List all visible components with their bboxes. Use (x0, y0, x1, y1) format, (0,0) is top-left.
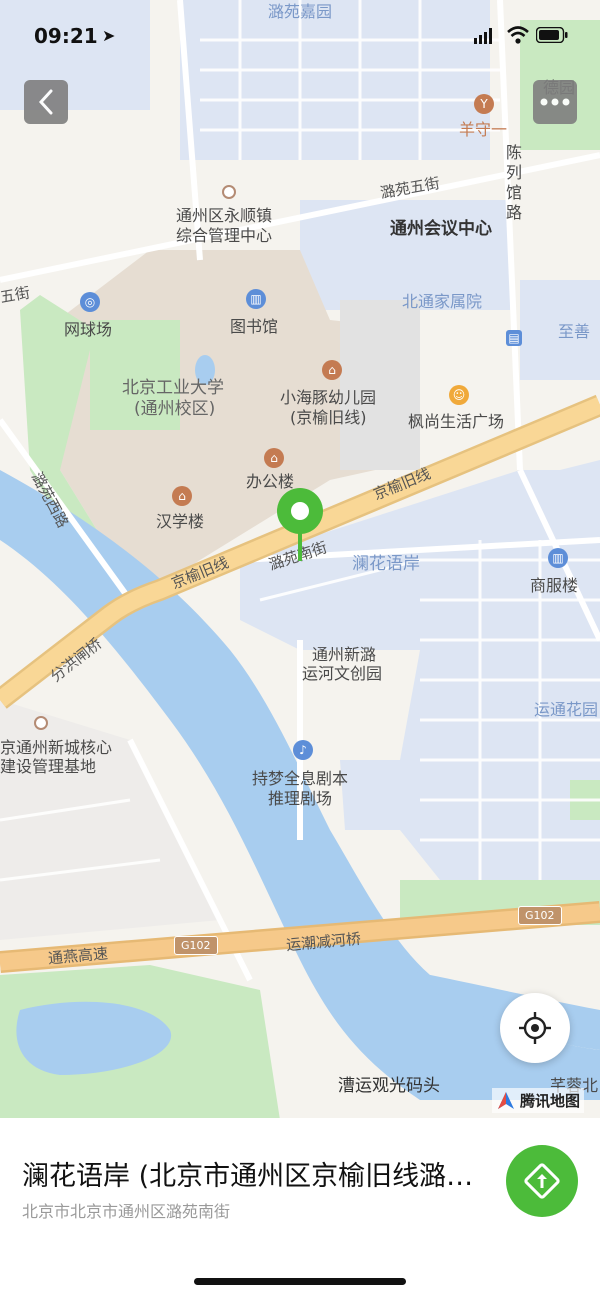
commerce-icon: ▥ (548, 548, 568, 568)
map-label-kindergarten-2: (京榆旧线) (290, 408, 367, 427)
g102-shield-east: G102 (518, 906, 562, 925)
more-button[interactable] (533, 80, 577, 124)
tencent-map-logo-icon (498, 1091, 514, 1109)
kindergarten-icon: ⌂ (322, 360, 342, 380)
map-label-chenlieguan-road: 陈列馆路 (506, 143, 523, 222)
map-provider-logo: 腾讯地图 (492, 1088, 585, 1113)
library-icon: ▥ (246, 289, 266, 309)
map-label-yongshun-town-2: 综合管理中心 (176, 226, 273, 245)
place-info-sheet[interactable]: 澜花语岸 (北京市通州区京榆旧线潞… 北京市北京市通州区潞苑南街 (0, 1118, 600, 1298)
map-label-conference-center: 通州会议中心 (390, 219, 492, 239)
locate-me-button[interactable] (500, 993, 570, 1063)
place-address: 北京市北京市通州区潞苑南街 (22, 1202, 231, 1221)
map-label-kindergarten-1: 小海豚幼儿园 (280, 388, 377, 407)
map-provider-name: 腾讯地图 (520, 1092, 581, 1110)
map-label-tongzhou-xinluo-2: 运河文创园 (302, 664, 383, 683)
map-label-bjut-1: 北京工业大学 (122, 378, 224, 398)
map-label-hanxue-building: 汉学楼 (156, 512, 205, 531)
status-time: 09:21 (34, 24, 98, 48)
map-label-beitong-jiashuyuan: 北通家属院 (402, 292, 483, 311)
poi-dot-icon (34, 716, 48, 730)
battery-icon (536, 27, 568, 43)
building-icon: ⌂ (172, 486, 192, 506)
map-label-lanhua-yuan: 澜花语岸 (352, 554, 420, 574)
music-icon: ♪ (293, 740, 313, 760)
location-pin-icon[interactable] (276, 487, 324, 562)
map-label-shangfu-building: 商服楼 (530, 576, 579, 595)
map-label-tongzhou-xinluo-1: 通州新潞 (312, 645, 377, 664)
map-label-script-theater-1: 持梦全息剧本 (252, 769, 349, 788)
poi-dot-icon (222, 185, 236, 199)
chevron-left-icon (38, 89, 53, 115)
map-label-core-area-2: 建设管理基地 (0, 757, 97, 776)
directions-icon (524, 1163, 560, 1199)
shopping-icon: ☺ (449, 385, 469, 405)
wifi-icon (507, 26, 529, 44)
map-label-script-theater-2: 推理剧场 (268, 789, 333, 808)
map-label-yuntong-huayuan: 运通花园 (534, 700, 599, 719)
status-bar: 09:21 ➤ (0, 0, 600, 70)
map-label-fengshang-plaza: 枫尚生活广场 (408, 412, 505, 431)
tennis-icon: ◎ (80, 292, 100, 312)
map-label-yongshun-town-1: 通州区永顺镇 (176, 206, 273, 225)
home-indicator[interactable] (194, 1278, 406, 1285)
map-label-yangshouyi: 羊守一 (459, 120, 508, 139)
cellular-signal-icon (474, 28, 492, 44)
back-button[interactable] (24, 80, 68, 124)
crosshair-icon (519, 1012, 551, 1044)
more-dots-icon (540, 98, 570, 106)
g102-shield-west: G102 (174, 936, 218, 955)
location-arrow-icon: ➤ (102, 26, 116, 45)
map-label-core-area-1: 京通州新城核心 (0, 738, 113, 757)
restaurant-icon: Y (474, 94, 494, 114)
office-icon: ⌂ (264, 448, 284, 468)
map-label-zhishan: 至善 (558, 322, 591, 341)
navigate-button[interactable] (506, 1145, 578, 1217)
map-label-library: 图书馆 (230, 317, 279, 336)
place-title: 澜花语岸 (北京市通州区京榆旧线潞… (22, 1161, 474, 1192)
map-label-bjut-2: (通州校区) (134, 399, 216, 419)
map-label-caoyun-pier: 漕运观光码头 (338, 1076, 440, 1096)
bus-stop-icon: ▤ (506, 330, 522, 346)
map-label-tennis-court: 网球场 (64, 320, 113, 339)
